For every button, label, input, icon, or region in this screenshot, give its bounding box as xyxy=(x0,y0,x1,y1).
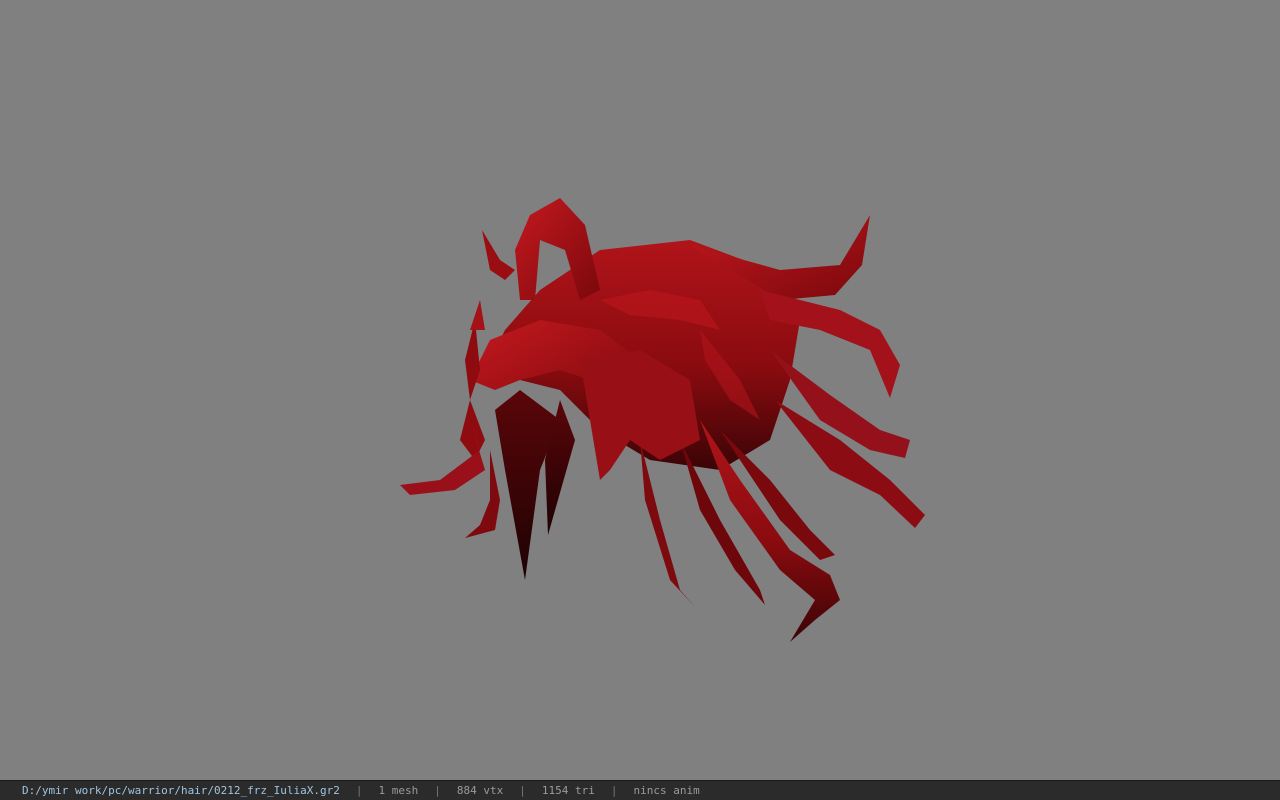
hair-model-render xyxy=(400,198,925,642)
status-separator: | xyxy=(519,784,526,797)
mesh-count-label: 1 mesh xyxy=(378,784,419,797)
status-separator: | xyxy=(610,784,618,797)
hair-strands xyxy=(400,198,925,642)
status-separator: | xyxy=(355,784,363,797)
animation-status-label: nincs anim xyxy=(633,784,700,797)
3d-viewport[interactable] xyxy=(0,0,1280,780)
vertex-count-label: 884 vtx xyxy=(456,784,504,797)
status-separator: | xyxy=(434,784,441,797)
triangle-count-label: 1154 tri xyxy=(541,784,595,797)
status-bar: D:/ymir work/pc/warrior/hair/0212_frz_Iu… xyxy=(0,780,1280,800)
file-path-label: D:/ymir work/pc/warrior/hair/0212_frz_Iu… xyxy=(22,784,340,797)
